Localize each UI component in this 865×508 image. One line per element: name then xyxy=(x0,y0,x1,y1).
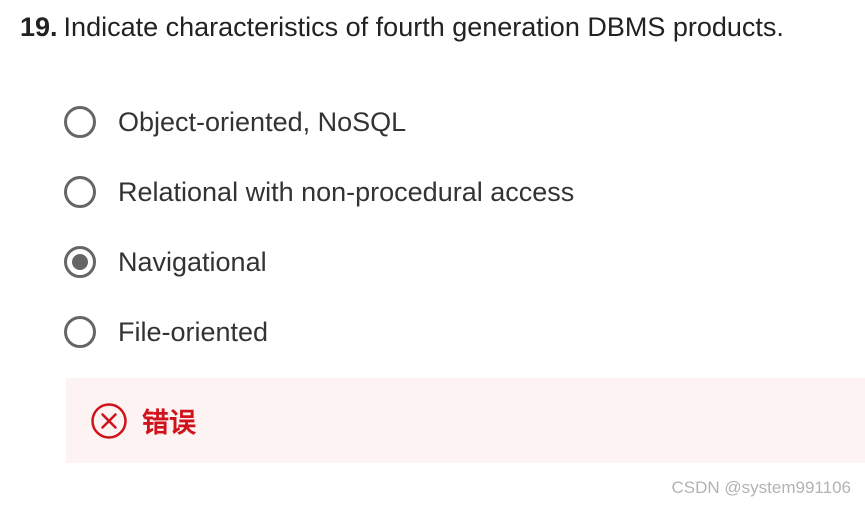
option-relational[interactable]: Relational with non-procedural access xyxy=(64,170,574,214)
answer-options: Object-oriented, NoSQL Relational with n… xyxy=(64,100,574,380)
option-file-oriented[interactable]: File-oriented xyxy=(64,310,574,354)
option-label: Relational with non-procedural access xyxy=(118,176,575,207)
option-navigational[interactable]: Navigational xyxy=(64,240,574,284)
quiz-page: 19. Indicate characteristics of fourth ge… xyxy=(0,0,865,508)
watermark: CSDN @system991106 xyxy=(671,478,851,497)
radio-button[interactable] xyxy=(64,106,96,138)
feedback-text: 错误 xyxy=(142,408,196,438)
option-label: Object-oriented, NoSQL xyxy=(118,106,407,137)
radio-button[interactable] xyxy=(64,316,96,348)
radio-button-selected[interactable] xyxy=(64,246,96,278)
option-object-oriented[interactable]: Object-oriented, NoSQL xyxy=(64,100,574,144)
question-number: 19. xyxy=(20,12,58,42)
radio-dot xyxy=(72,254,88,270)
question-heading: 19. Indicate characteristics of fourth ge… xyxy=(20,12,784,43)
x-circle-icon xyxy=(91,402,127,439)
feedback-banner: 错误 xyxy=(66,378,865,463)
radio-button[interactable] xyxy=(64,176,96,208)
question-text: Indicate characteristics of fourth gener… xyxy=(63,12,784,42)
option-label: Navigational xyxy=(118,246,267,277)
option-label: File-oriented xyxy=(118,316,269,347)
